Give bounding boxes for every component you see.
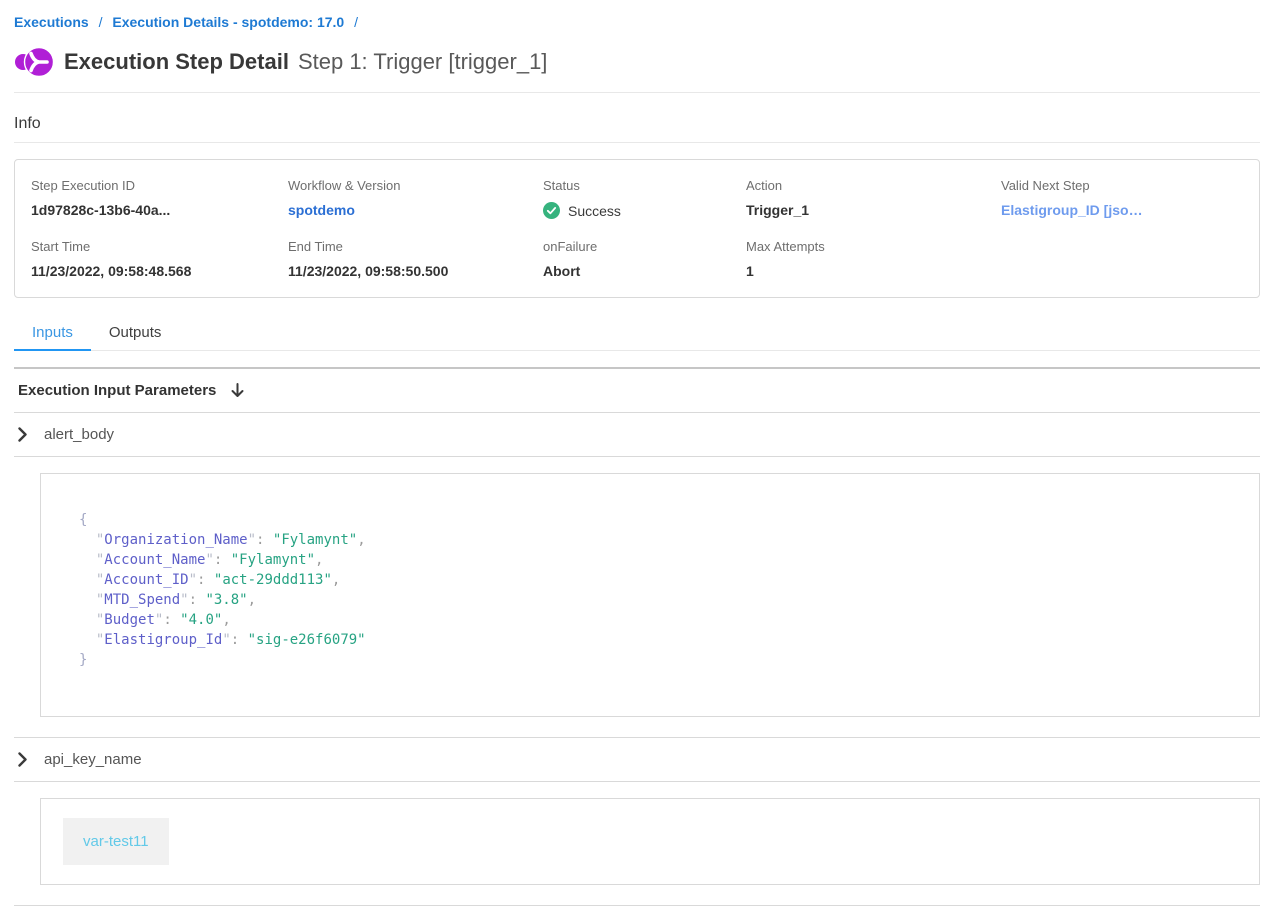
api-key-name-value: var-test11	[63, 818, 169, 865]
status-badge: Success	[568, 203, 621, 219]
param-name: alert_body	[44, 426, 114, 443]
chevron-right-icon	[18, 752, 27, 767]
workflow-link[interactable]: spotdemo	[288, 202, 355, 218]
check-circle-icon	[543, 202, 560, 219]
field-value: 1	[746, 263, 989, 279]
info-field-empty	[1001, 239, 1243, 279]
field-label: Max Attempts	[746, 239, 989, 254]
field-label: End Time	[288, 239, 531, 254]
tab-inputs[interactable]: Inputs	[14, 316, 91, 350]
parameters-title: Execution Input Parameters	[18, 382, 216, 399]
info-section-heading: Info	[14, 115, 1260, 143]
param-row-api-key-name[interactable]: api_key_name	[14, 737, 1260, 782]
page-header: Execution Step Detail Step 1: Trigger [t…	[14, 45, 1260, 79]
field-label: Action	[746, 178, 989, 193]
field-label: Status	[543, 178, 734, 193]
info-field-valid-next-step: Valid Next Step Elastigroup_ID [jso…	[1001, 178, 1243, 219]
breadcrumb-execution-details-link[interactable]: Execution Details - spotdemo: 17.0	[112, 14, 344, 30]
field-value: 1d97828c-13b6-40a...	[31, 202, 276, 218]
arrow-down-icon[interactable]	[230, 382, 245, 399]
header-divider	[14, 92, 1260, 93]
parameters-header: Execution Input Parameters	[14, 369, 1260, 413]
param-name: api_key_name	[44, 751, 142, 768]
info-field-max-attempts: Max Attempts 1	[746, 239, 1001, 279]
breadcrumb-separator: /	[354, 14, 358, 30]
param-row-alert-body[interactable]: alert_body	[14, 413, 1260, 457]
info-field-onfailure: onFailure Abort	[543, 239, 746, 279]
info-field-workflow-version: Workflow & Version spotdemo	[288, 178, 543, 219]
info-field-end-time: End Time 11/23/2022, 09:58:50.500	[288, 239, 543, 279]
field-value: 11/23/2022, 09:58:48.568	[31, 263, 276, 279]
field-label: onFailure	[543, 239, 734, 254]
field-label: Valid Next Step	[1001, 178, 1231, 193]
next-step-link[interactable]: Elastigroup_ID [jso…	[1001, 202, 1143, 218]
field-label: Step Execution ID	[31, 178, 276, 193]
execution-step-detail-page: Executions / Execution Details - spotdem…	[0, 0, 1272, 919]
breadcrumb-separator: /	[99, 14, 103, 30]
breadcrumb: Executions / Execution Details - spotdem…	[14, 14, 1260, 30]
page-subtitle: Step 1: Trigger [trigger_1]	[298, 49, 547, 75]
fylamynt-logo-icon	[14, 45, 54, 79]
info-field-start-time: Start Time 11/23/2022, 09:58:48.568	[31, 239, 288, 279]
api-key-name-panel: var-test11	[40, 798, 1260, 885]
breadcrumb-executions-link[interactable]: Executions	[14, 14, 89, 30]
alert-body-panel: { "Organization_Name": "Fylamynt", "Acco…	[40, 473, 1260, 717]
field-value: 11/23/2022, 09:58:50.500	[288, 263, 531, 279]
execution-input-parameters: Execution Input Parameters alert_body { …	[14, 367, 1260, 919]
alert-body-json: { "Organization_Name": "Fylamynt", "Acco…	[79, 510, 1221, 670]
field-value: Trigger_1	[746, 202, 989, 218]
info-field-step-execution-id: Step Execution ID 1d97828c-13b6-40a...	[31, 178, 288, 219]
field-label: Start Time	[31, 239, 276, 254]
field-label: Workflow & Version	[288, 178, 531, 193]
info-field-status: Status Success	[543, 178, 746, 219]
page-title: Execution Step Detail	[64, 49, 289, 75]
field-value: Abort	[543, 263, 734, 279]
param-row-api-key-value[interactable]: api_key_value	[14, 905, 1260, 919]
chevron-right-icon	[18, 427, 27, 442]
tabbar: Inputs Outputs	[14, 316, 1260, 351]
tab-outputs[interactable]: Outputs	[91, 316, 180, 350]
info-card: Step Execution ID 1d97828c-13b6-40a... W…	[14, 159, 1260, 298]
info-field-action: Action Trigger_1	[746, 178, 1001, 219]
